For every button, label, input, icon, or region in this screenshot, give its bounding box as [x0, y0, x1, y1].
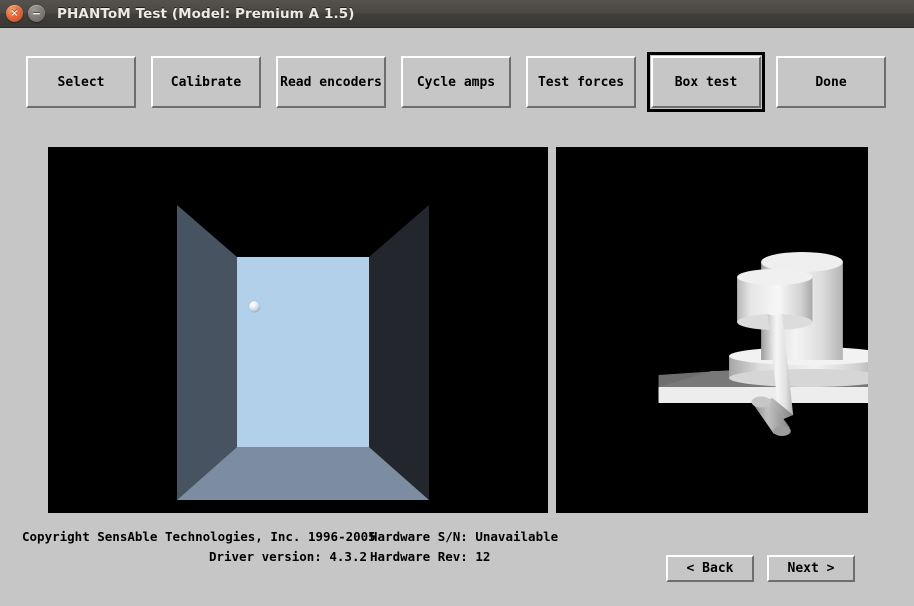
- tool-slot-calibrate: Calibrate: [147, 52, 265, 112]
- device-stylus-tip-end: [773, 426, 791, 436]
- tool-slot-done: Done: [772, 52, 890, 112]
- driver-version-text: Driver version: 4.3.2: [208, 549, 367, 564]
- device-stylus-tip-cap: [751, 396, 771, 408]
- minimize-button[interactable]: −: [28, 5, 45, 22]
- button-read-encoders[interactable]: Read encoders: [276, 56, 386, 108]
- box-geometry: [177, 205, 429, 500]
- button-select[interactable]: Select: [26, 56, 136, 108]
- device-ring-top: [761, 252, 843, 272]
- close-icon: ×: [10, 8, 19, 19]
- tool-slot-read-encoders: Read encoders: [272, 52, 390, 112]
- tool-slot-box-test: Box test: [647, 52, 765, 112]
- tool-slot-cycle-amps: Cycle amps: [397, 52, 515, 112]
- box-scene: [48, 147, 548, 513]
- minimize-icon: −: [31, 7, 42, 20]
- tool-slot-select: Select: [22, 52, 140, 112]
- button-test-forces[interactable]: Test forces: [526, 56, 636, 108]
- hardware-rev-text: Hardware Rev: 12: [370, 549, 491, 564]
- button-done[interactable]: Done: [776, 56, 886, 108]
- device-front-hub-cap: [737, 269, 813, 285]
- tool-slot-test-forces: Test forces: [522, 52, 640, 112]
- box-test-viewport[interactable]: [48, 147, 548, 513]
- title-bar: × − PHANToM Test (Model: Premium A 1.5): [0, 0, 914, 28]
- device-geometry: [658, 252, 868, 436]
- close-button[interactable]: ×: [6, 5, 23, 22]
- haptic-cursor-sphere: [249, 301, 260, 312]
- button-cycle-amps[interactable]: Cycle amps: [401, 56, 511, 108]
- hardware-sn-text: Hardware S/N: Unavailable: [370, 529, 559, 544]
- next-button[interactable]: Next >: [767, 555, 855, 582]
- window-title: PHANToM Test (Model: Premium A 1.5): [57, 5, 355, 22]
- box-back-wall: [237, 257, 369, 447]
- device-stylus-shaft-cap: [767, 310, 782, 316]
- client-area: Select Calibrate Read encoders Cycle amp…: [0, 28, 914, 606]
- button-calibrate[interactable]: Calibrate: [151, 56, 261, 108]
- copyright-text: Copyright SensAble Technologies, Inc. 19…: [22, 529, 376, 544]
- phantom-test-window: × − PHANToM Test (Model: Premium A 1.5) …: [0, 0, 914, 606]
- button-box-test[interactable]: Box test: [651, 56, 761, 108]
- toolbar: Select Calibrate Read encoders Cycle amp…: [0, 52, 914, 116]
- back-button[interactable]: < Back: [666, 555, 754, 582]
- device-viewport[interactable]: [556, 147, 868, 513]
- device-scene: [556, 147, 868, 513]
